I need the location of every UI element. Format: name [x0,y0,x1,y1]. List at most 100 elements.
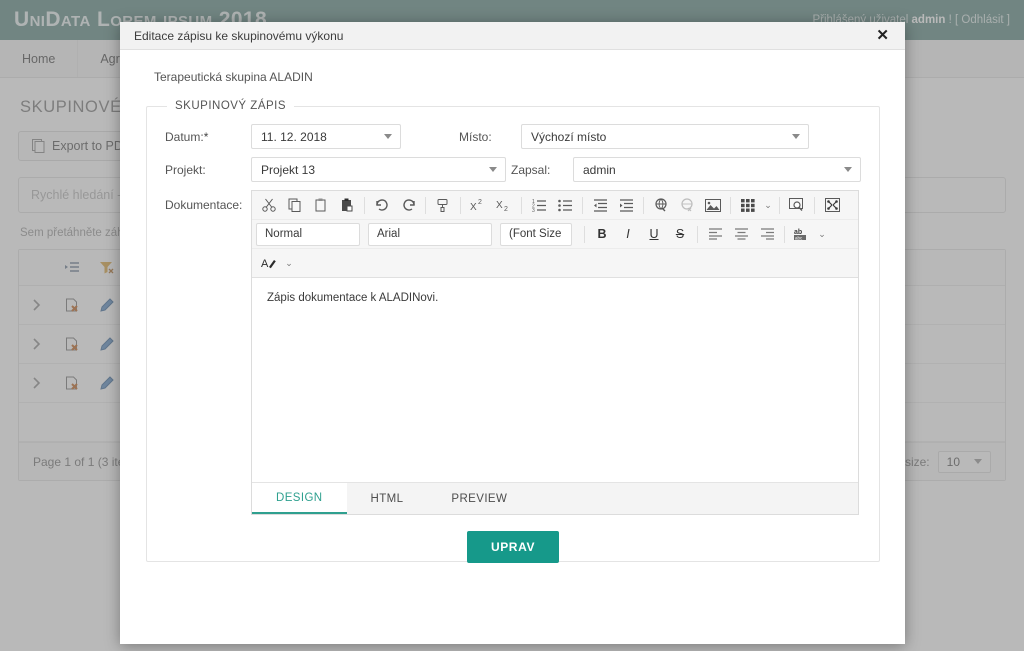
svg-text:A: A [261,258,269,270]
numbered-list-icon[interactable]: 123 [526,194,552,217]
zapsal-group: Zapsal: admin [511,157,861,182]
font-family-value: Arial [377,228,401,240]
strikethrough-icon[interactable]: S [667,223,693,246]
editor-toolbar-row-3: A ⌄ [252,249,858,278]
paste-word-icon[interactable] [334,194,360,217]
svg-text:2: 2 [478,199,482,206]
chevron-down-icon [384,134,392,139]
toolbar-separator [582,196,583,214]
table-icon[interactable] [735,194,761,217]
row-dokumentace: Dokumentace: X 2 X 2 1 2 3 ⌄ Normal Aria… [165,190,861,515]
paste-icon[interactable] [308,194,334,217]
datum-label: Datum:* [165,130,251,144]
image-icon[interactable] [700,194,726,217]
link-icon[interactable] [648,194,674,217]
toolbar-separator [460,196,461,214]
rich-text-editor: X2 X2 123 ⌄ Normal Arial (Font Size B I … [251,190,859,515]
align-right-icon[interactable] [754,223,780,246]
row-projekt-zapsal: Projekt: Projekt 13 Zapsal: admin [165,157,861,182]
toolbar-separator [814,196,815,214]
misto-select[interactable]: Výchozí místo [521,124,809,149]
editor-content-area[interactable]: Zápis dokumentace k ALADINovi. [252,278,858,482]
svg-text:abc: abc [795,235,803,240]
misto-value: Výchozí místo [531,129,607,144]
dialog-title: Editace zápisu ke skupinovému výkonu [134,28,344,43]
paragraph-style-select[interactable]: Normal [256,222,360,246]
copy-icon[interactable] [282,194,308,217]
align-left-icon[interactable] [702,223,728,246]
submit-row: UPRAV [165,531,861,563]
undo-icon[interactable] [369,194,395,217]
toolbar-separator [643,196,644,214]
toolbar-separator [364,196,365,214]
row-datum-misto: Datum:* 11. 12. 2018 Místo: Výchozí míst… [165,124,861,149]
misto-group: Místo: Výchozí místo [459,124,809,149]
edit-group-record-dialog: Editace zápisu ke skupinovému výkonu ✕ T… [120,22,905,644]
datum-select[interactable]: 11. 12. 2018 [251,124,401,149]
fullscreen-icon[interactable] [819,194,845,217]
group-record-fieldset: SKUPINOVÝ ZÁPIS Datum:* 11. 12. 2018 Mís… [146,100,880,563]
subscript-icon[interactable]: X2 [491,194,517,217]
projekt-select[interactable]: Projekt 13 [251,157,506,182]
toolbar-separator [784,225,785,243]
toolbar-separator [697,225,698,243]
toolbar-separator [425,196,426,214]
outdent-icon[interactable] [587,194,613,217]
fieldset-legend: SKUPINOVÝ ZÁPIS [175,100,287,112]
text-color-icon[interactable]: A [256,252,282,275]
submit-button[interactable]: UPRAV [466,531,560,563]
bold-icon[interactable]: B [589,223,615,246]
zapsal-label: Zapsal: [511,162,551,177]
text-color-dropdown-icon[interactable]: ⌄ [282,258,296,269]
underline-icon[interactable]: U [641,223,667,246]
misto-label: Místo: [459,129,492,144]
tab-preview[interactable]: PREVIEW [427,483,531,514]
table-dropdown-icon[interactable]: ⌄ [761,200,775,211]
toolbar-separator [779,196,780,214]
chevron-down-icon [489,167,497,172]
find-replace-icon[interactable] [784,194,810,217]
required-marker: * [203,129,209,144]
projekt-value: Projekt 13 [261,162,316,177]
italic-icon[interactable]: I [615,223,641,246]
svg-text:2: 2 [504,206,508,212]
spellcheck-dropdown-icon[interactable]: ⌄ [815,229,829,240]
indent-icon[interactable] [613,194,639,217]
toolbar-separator [584,225,585,243]
editor-content-text: Zápis dokumentace k ALADINovi. [267,292,439,304]
chevron-down-icon [844,167,852,172]
unlink-icon[interactable] [674,194,700,217]
bullet-list-icon[interactable] [552,194,578,217]
tab-html[interactable]: HTML [347,483,428,514]
chevron-down-icon [792,134,800,139]
dialog-header: Editace zápisu ke skupinovému výkonu ✕ [120,22,905,50]
svg-text:X: X [496,200,503,211]
format-painter-icon[interactable] [430,194,456,217]
toolbar-separator [730,196,731,214]
align-center-icon[interactable] [728,223,754,246]
editor-view-tabs: DESIGN HTML PREVIEW [252,482,858,514]
toolbar-separator [521,196,522,214]
svg-text:X: X [470,202,477,212]
redo-icon[interactable] [395,194,421,217]
font-family-select[interactable]: Arial [368,222,492,246]
dialog-body: Terapeutická skupina ALADIN SKUPINOVÝ ZÁ… [120,50,905,644]
tab-design[interactable]: DESIGN [252,483,347,514]
projekt-label: Projekt: [165,162,206,177]
datum-label-text: Datum: [165,129,204,144]
editor-toolbar-row-2: Normal Arial (Font Size B I U S ab abc ⌄ [252,220,858,249]
datum-value: 11. 12. 2018 [261,129,327,144]
paragraph-style-value: Normal [265,228,303,240]
font-size-select[interactable]: (Font Size [500,222,572,246]
spellcheck-icon[interactable]: ab abc [789,223,815,246]
zapsal-select[interactable]: admin [573,157,861,182]
font-size-value: (Font Size [509,228,562,240]
editor-toolbar-row-1: X2 X2 123 ⌄ [252,191,858,220]
dokumentace-label: Dokumentace: [165,198,243,212]
therapy-group-label: Terapeutická skupina ALADIN [154,70,313,84]
close-icon[interactable]: ✕ [872,26,893,45]
cut-icon[interactable] [256,194,282,217]
svg-text:3: 3 [532,208,535,212]
zapsal-value: admin [583,162,616,177]
superscript-icon[interactable]: X2 [465,194,491,217]
